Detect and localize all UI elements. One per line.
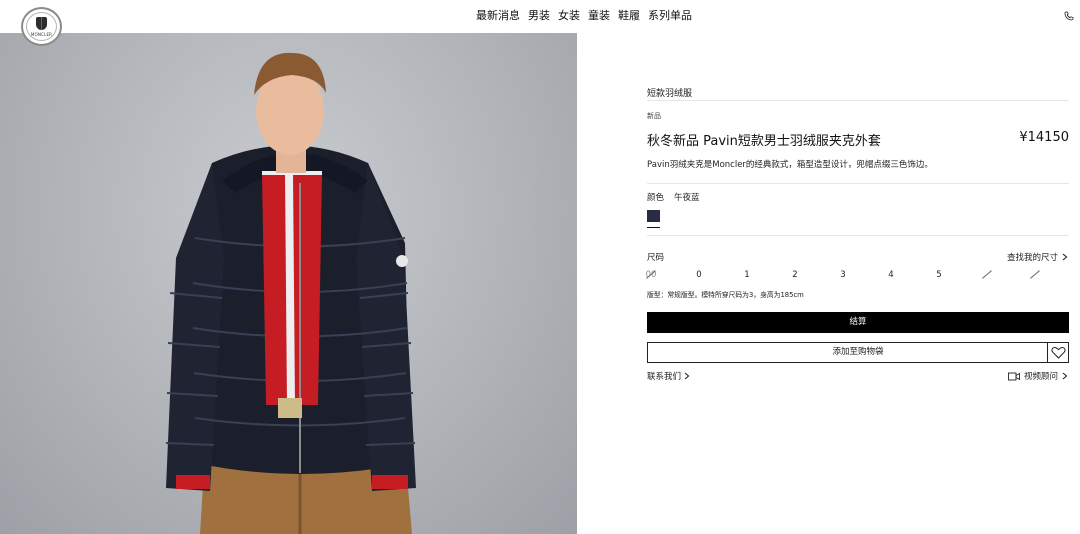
color-name: 午夜蓝 bbox=[674, 193, 700, 203]
logo-crest-icon bbox=[36, 17, 47, 30]
size-option-4[interactable]: 4 bbox=[885, 268, 897, 282]
logo-wordmark: MONCLER bbox=[30, 32, 53, 37]
size-option-00[interactable]: 00 bbox=[645, 268, 657, 282]
product-category[interactable]: 短款羽绒服 bbox=[647, 86, 692, 99]
phone-icon[interactable] bbox=[1064, 11, 1074, 21]
divider bbox=[647, 100, 1069, 101]
chevron-right-icon bbox=[1062, 372, 1068, 380]
add-to-bag-button[interactable]: 添加至购物袋 bbox=[647, 342, 1069, 363]
size-option-unavailable[interactable] bbox=[1029, 268, 1041, 282]
nav-item-shoes[interactable]: 鞋履 bbox=[618, 9, 640, 23]
selected-swatch-indicator bbox=[647, 227, 660, 228]
checkout-button[interactable]: 结算 bbox=[647, 312, 1069, 333]
divider bbox=[647, 183, 1069, 184]
nav-item-news[interactable]: 最新消息 bbox=[476, 9, 520, 23]
size-option-0[interactable]: 0 bbox=[693, 268, 705, 282]
video-consult-label: 视频顾问 bbox=[1023, 372, 1058, 382]
contact-us-label: 联系我们 bbox=[647, 372, 682, 382]
model-in-jacket-illustration bbox=[165, 52, 416, 534]
color-label: 颜色 bbox=[647, 193, 665, 203]
contact-us-link[interactable]: 联系我们 bbox=[647, 370, 690, 382]
size-option-unavailable[interactable] bbox=[981, 268, 993, 282]
top-navigation-bar: MONCLER 最新消息 男装 女装 童装 鞋履 系列单品 bbox=[0, 0, 1080, 46]
brand-logo[interactable]: MONCLER bbox=[21, 7, 62, 46]
size-option-2[interactable]: 2 bbox=[789, 268, 801, 282]
video-consult-link[interactable]: 视频顾问 bbox=[1008, 370, 1068, 382]
nav-item-men[interactable]: 男装 bbox=[528, 9, 550, 23]
color-row: 颜色 午夜蓝 bbox=[647, 191, 700, 203]
size-guide-link[interactable]: 查找我的尺寸 bbox=[1007, 251, 1068, 263]
nav-item-kids[interactable]: 童装 bbox=[588, 9, 610, 23]
size-option-1[interactable]: 1 bbox=[741, 268, 753, 282]
add-to-bag-label: 添加至购物袋 bbox=[832, 347, 884, 357]
main-nav: 最新消息 男装 女装 童装 鞋履 系列单品 bbox=[476, 9, 692, 23]
video-camera-icon bbox=[1008, 372, 1020, 380]
size-label: 尺码 bbox=[647, 253, 665, 263]
nav-item-collections[interactable]: 系列单品 bbox=[648, 9, 692, 23]
nav-item-women[interactable]: 女装 bbox=[558, 9, 580, 23]
size-option-5[interactable]: 5 bbox=[933, 268, 945, 282]
product-description: Pavin羽绒夹克是Moncler的经典款式，箱型造型设计，兜帽点缀三色饰边。 bbox=[647, 160, 933, 170]
chevron-right-icon bbox=[1062, 253, 1068, 261]
size-option-3[interactable]: 3 bbox=[837, 268, 849, 282]
fit-note: 版型：常规版型。模特所穿尺码为3，身高为185cm bbox=[647, 291, 804, 299]
color-swatch-midnight-blue[interactable] bbox=[647, 210, 660, 222]
chevron-right-icon bbox=[684, 372, 690, 380]
heart-icon bbox=[1051, 347, 1066, 359]
wishlist-button[interactable] bbox=[1047, 343, 1068, 362]
product-hero-image bbox=[0, 33, 577, 534]
product-details-panel: 短款羽绒服 新品 秋冬新品 Pavin短款男士羽绒服夹克外套 ¥14150 Pa… bbox=[577, 33, 1080, 534]
product-title: 秋冬新品 Pavin短款男士羽绒服夹克外套 bbox=[647, 134, 881, 149]
divider bbox=[647, 235, 1069, 236]
size-guide-label: 查找我的尺寸 bbox=[1006, 253, 1058, 263]
size-selector: 00 0 1 2 3 4 5 bbox=[645, 268, 1045, 282]
product-price: ¥14150 bbox=[1019, 130, 1069, 145]
new-badge: 新品 bbox=[647, 112, 661, 120]
